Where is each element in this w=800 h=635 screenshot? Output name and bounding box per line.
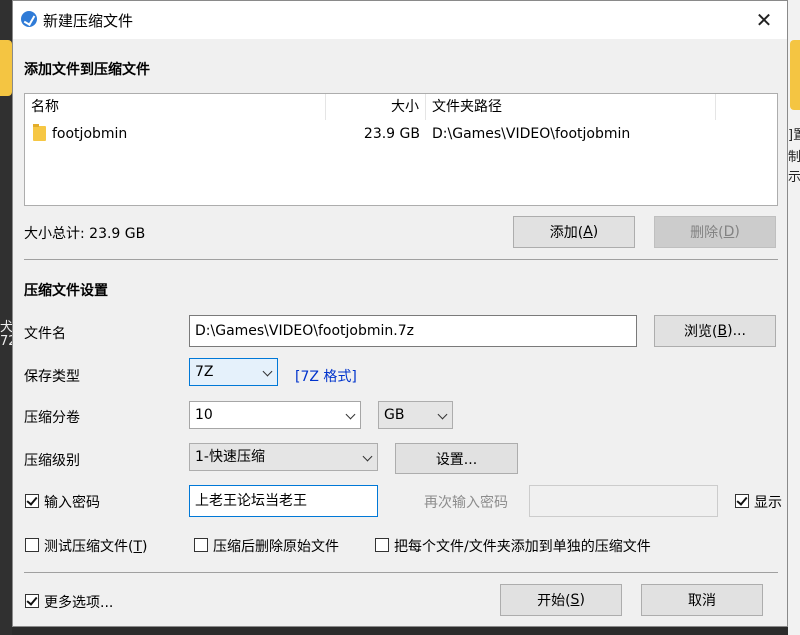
add-button-label: 添加( bbox=[549, 225, 584, 241]
show-password-label: 显示 bbox=[754, 495, 782, 511]
total-size-label: 大小总计: 23.9 GB bbox=[24, 226, 146, 242]
compression-level-select[interactable]: 1-快速压缩 bbox=[189, 443, 378, 471]
column-header-name[interactable]: 名称 bbox=[25, 94, 326, 120]
format-link[interactable]: [7Z 格式] bbox=[295, 366, 357, 386]
test-archive-text: 测试压缩文件( bbox=[44, 539, 134, 555]
browse-button-key: B bbox=[717, 323, 728, 339]
cancel-button[interactable]: 取消 bbox=[641, 584, 763, 616]
delete-button[interactable]: 删除(D) bbox=[654, 216, 776, 248]
compression-level-label: 压缩级别 bbox=[24, 453, 80, 469]
file-name: footjobmin bbox=[52, 126, 128, 142]
password-input[interactable]: 上老王论坛当老王 bbox=[189, 485, 378, 517]
test-archive-label: 测试压缩文件(T) bbox=[44, 536, 148, 556]
app-logo-icon bbox=[21, 11, 37, 27]
save-type-label: 保存类型 bbox=[24, 369, 80, 385]
column-header-size[interactable]: 大小 bbox=[326, 94, 426, 120]
file-size: 23.9 GB bbox=[363, 126, 420, 142]
show-password-checkbox[interactable] bbox=[735, 494, 749, 508]
desktop-background-right: ]置 制云 示 bbox=[788, 0, 800, 635]
delete-after-checkbox[interactable] bbox=[194, 538, 208, 552]
browse-button-label: 浏览( bbox=[684, 324, 718, 340]
file-list[interactable]: 名称 大小 文件夹路径 footjobmin 23.9 GB D:\Games\… bbox=[24, 93, 778, 206]
add-button-key: A bbox=[583, 224, 593, 240]
close-icon: ✕ bbox=[755, 8, 773, 32]
chevron-down-icon bbox=[345, 409, 356, 420]
desktop-folder-icon bbox=[0, 40, 12, 96]
desktop-background-left: 犬 72 bbox=[0, 0, 17, 635]
save-type-value: 7Z bbox=[195, 364, 214, 380]
file-list-row[interactable]: footjobmin 23.9 GB D:\Games\VIDEO\footjo… bbox=[25, 121, 777, 147]
password-repeat-label: 再次输入密码 bbox=[424, 495, 508, 511]
test-archive-end: ) bbox=[142, 539, 148, 555]
compression-level-value: 1-快速压缩 bbox=[195, 449, 265, 465]
delete-button-label: 删除( bbox=[690, 225, 724, 241]
save-type-select[interactable]: 7Z bbox=[189, 358, 278, 386]
split-volume-label: 压缩分卷 bbox=[24, 410, 80, 426]
separate-archives-checkbox[interactable] bbox=[375, 538, 389, 552]
chevron-down-icon bbox=[437, 409, 448, 420]
more-options-label: 更多选项... bbox=[44, 595, 114, 611]
separate-archives-label: 把每个文件/文件夹添加到单独的压缩文件 bbox=[394, 539, 651, 555]
password-repeat-input[interactable] bbox=[529, 485, 718, 517]
delete-button-key: D bbox=[723, 224, 735, 240]
test-archive-key: T bbox=[133, 539, 143, 555]
split-unit-value: GB bbox=[384, 407, 405, 423]
folder-icon bbox=[33, 124, 46, 141]
file-list-header: 名称 大小 文件夹路径 bbox=[25, 94, 777, 120]
delete-button-end: ) bbox=[734, 224, 740, 240]
start-button-key: S bbox=[570, 592, 580, 608]
add-button-end: ) bbox=[592, 224, 599, 240]
close-button[interactable]: ✕ bbox=[741, 1, 787, 39]
filename-label: 文件名 bbox=[24, 326, 66, 342]
split-volume-select[interactable]: 10 bbox=[189, 401, 361, 429]
start-button-end: ) bbox=[579, 592, 585, 608]
split-unit-select[interactable]: GB bbox=[378, 401, 453, 429]
title-bar[interactable]: 新建压缩文件 ✕ bbox=[13, 1, 787, 39]
new-archive-dialog: 新建压缩文件 ✕ 添加文件到压缩文件 名称 大小 文件夹路径 footjobmi… bbox=[12, 0, 788, 627]
start-button[interactable]: 开始(S) bbox=[500, 584, 622, 616]
filename-input[interactable]: D:\Games\VIDEO\footjobmin.7z bbox=[189, 315, 637, 347]
password-checkbox[interactable] bbox=[25, 494, 39, 508]
settings-section-title: 压缩文件设置 bbox=[24, 283, 108, 299]
start-button-label: 开始( bbox=[537, 593, 571, 609]
desktop-text: ]置 bbox=[788, 128, 800, 143]
add-button[interactable]: 添加(A) bbox=[513, 216, 635, 248]
compression-settings-button[interactable]: 设置... bbox=[395, 443, 518, 474]
browse-button[interactable]: 浏览(B)... bbox=[654, 315, 776, 347]
password-label: 输入密码 bbox=[44, 495, 100, 511]
desktop-text: 制云 bbox=[788, 150, 800, 165]
desktop-text: 示 bbox=[788, 170, 800, 185]
test-archive-checkbox[interactable] bbox=[25, 538, 39, 552]
add-files-section-title: 添加文件到压缩文件 bbox=[24, 62, 150, 78]
file-path: D:\Games\VIDEO\footjobmin bbox=[432, 126, 631, 142]
browse-button-end: )... bbox=[727, 323, 746, 339]
more-options-checkbox[interactable] bbox=[25, 594, 39, 608]
desktop-folder-icon bbox=[790, 40, 800, 110]
delete-after-label: 压缩后删除原始文件 bbox=[213, 539, 339, 555]
window-title: 新建压缩文件 bbox=[43, 12, 134, 30]
column-header-empty bbox=[716, 94, 777, 120]
chevron-down-icon bbox=[262, 366, 273, 377]
split-volume-value: 10 bbox=[195, 407, 213, 423]
section-divider bbox=[24, 259, 778, 260]
footer-divider bbox=[24, 572, 778, 573]
column-header-path[interactable]: 文件夹路径 bbox=[426, 94, 716, 120]
chevron-down-icon bbox=[362, 451, 373, 462]
